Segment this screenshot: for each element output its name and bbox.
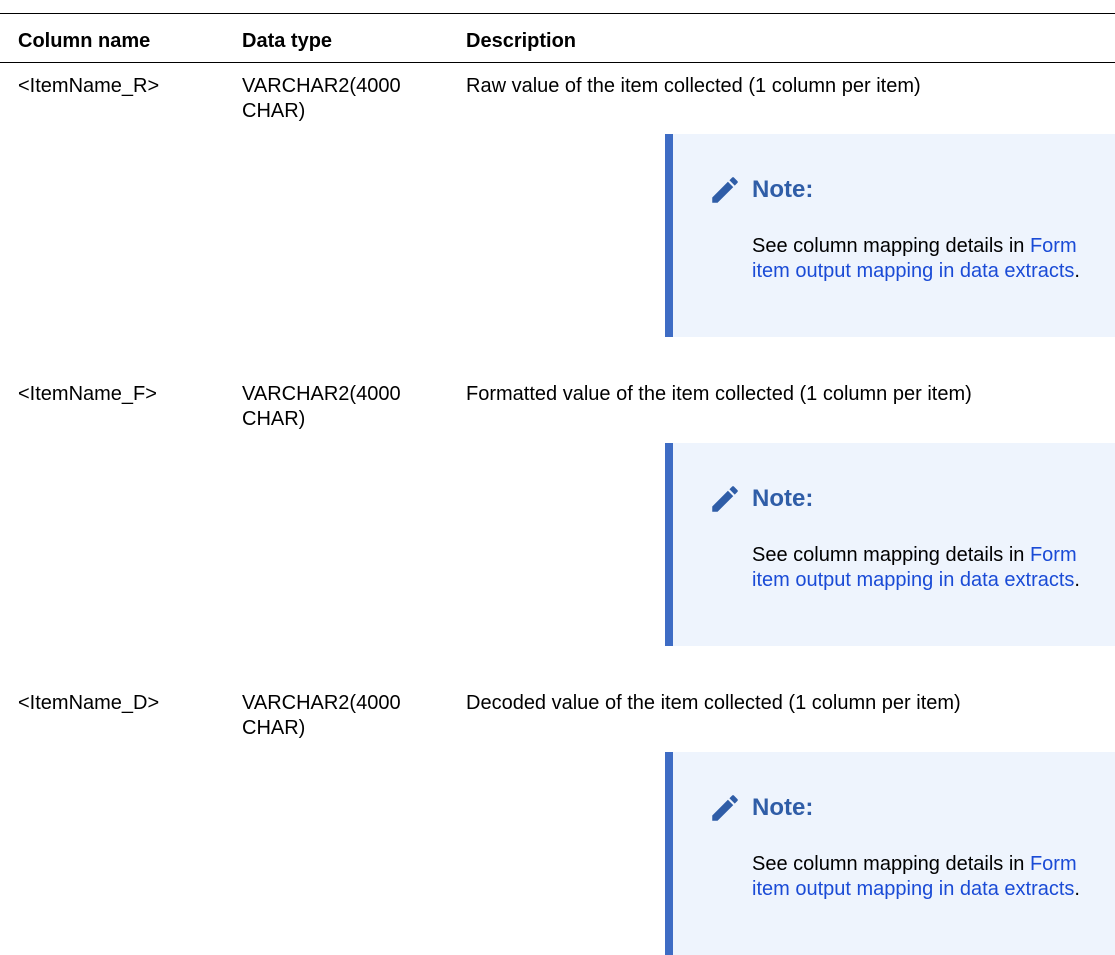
pencil-icon [712, 177, 738, 203]
note-box: Note: See column mapping details in Form… [665, 752, 1115, 955]
note-text: See column mapping details in [752, 853, 1030, 875]
note-box: Note: See column mapping details in Form… [665, 134, 1115, 337]
cell-description: Decoded value of the item collected (1 c… [466, 692, 961, 714]
note-title: Note: [752, 794, 814, 821]
cell-column-name: <ItemName_D> [18, 692, 160, 714]
header-description: Description [466, 30, 577, 52]
pencil-icon [712, 486, 738, 512]
cell-column-name: <ItemName_F> [18, 383, 157, 405]
note-body: See column mapping details in Form item … [752, 852, 1112, 902]
note-text: See column mapping details in [752, 235, 1030, 257]
note-period: . [1074, 569, 1080, 591]
note-title: Note: [752, 485, 814, 512]
cell-data-type: VARCHAR2(4000 CHAR) [242, 75, 401, 122]
note-text: See column mapping details in [752, 544, 1030, 566]
note-body: See column mapping details in Form item … [752, 543, 1112, 593]
table-top-rule [0, 13, 1115, 14]
cell-description: Formatted value of the item collected (1… [466, 383, 972, 405]
note-period: . [1074, 260, 1080, 282]
cell-data-type: VARCHAR2(4000 CHAR) [242, 692, 401, 739]
note-period: . [1074, 878, 1080, 900]
cell-description: Raw value of the item collected (1 colum… [466, 75, 921, 97]
cell-data-type: VARCHAR2(4000 CHAR) [242, 383, 401, 430]
header-column-name: Column name [18, 30, 151, 52]
table-header-rule [0, 62, 1115, 63]
note-box: Note: See column mapping details in Form… [665, 443, 1115, 646]
note-body: See column mapping details in Form item … [752, 234, 1112, 284]
cell-column-name: <ItemName_R> [18, 75, 160, 97]
pencil-icon [712, 795, 738, 821]
header-data-type: Data type [242, 30, 333, 52]
note-title: Note: [752, 176, 814, 203]
